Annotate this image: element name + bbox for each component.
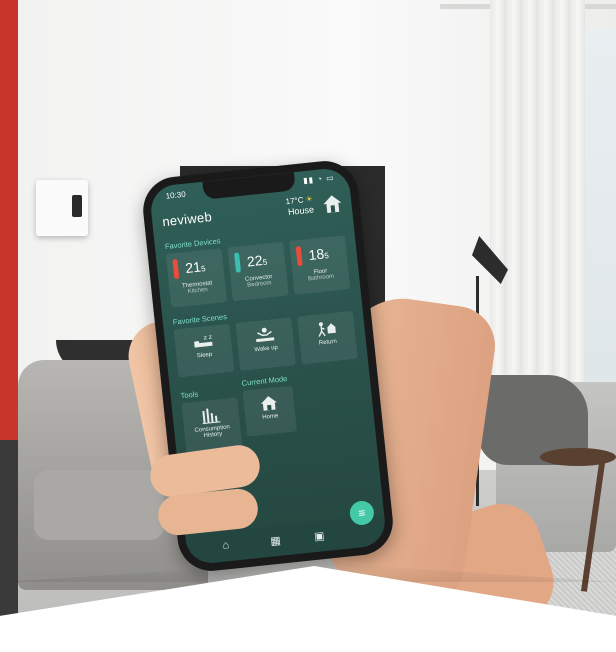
- device-card[interactable]: 185 Floor Bathroom: [289, 235, 351, 295]
- status-time: 10:30: [165, 189, 187, 201]
- wall-thermostat: [36, 180, 88, 236]
- house-icon[interactable]: [320, 191, 344, 215]
- svg-text:z z: z z: [203, 334, 212, 342]
- app-logo: neviweb: [161, 209, 213, 230]
- wake-up-icon: [256, 327, 275, 343]
- device-temperature: 185: [307, 245, 330, 264]
- wall-thermostat-display: [72, 195, 82, 217]
- scenes-tab-icon[interactable]: ▣: [313, 529, 326, 543]
- thermometer-icon: [172, 258, 180, 280]
- grid-tab-icon[interactable]: ▦: [270, 534, 282, 548]
- thermometer-icon: [233, 252, 242, 273]
- tools-title: Tools: [180, 389, 199, 401]
- left-armchair-cushion: [34, 470, 164, 540]
- device-temperature: 225: [246, 252, 268, 270]
- thermometer-icon: [295, 245, 303, 267]
- home-icon: [260, 396, 277, 411]
- location-label[interactable]: House: [287, 204, 314, 217]
- phone-notch: [202, 172, 296, 200]
- home-tab-icon[interactable]: ⌂: [222, 539, 230, 552]
- return-home-icon: [318, 322, 336, 337]
- room-photo: 10:30 ▮▮ ◔ ▭ neviweb 17°C ☀ House Favori…: [0, 0, 616, 652]
- bar-chart-icon: [202, 408, 221, 425]
- scene-card[interactable]: Return: [297, 310, 358, 365]
- curtain: [490, 0, 585, 440]
- side-table: [540, 448, 616, 466]
- scene-card[interactable]: z z Sleep: [173, 323, 235, 378]
- scene-card[interactable]: Wake up: [235, 317, 297, 371]
- current-mode-card[interactable]: Home: [242, 385, 297, 437]
- scene-label: Sleep: [196, 351, 213, 360]
- sun-icon: ☀: [305, 194, 314, 205]
- brand-red-strip: [0, 0, 18, 440]
- status-indicators: ▮▮ ◔ ▭: [302, 173, 336, 186]
- current-mode-label: Home: [262, 413, 279, 421]
- scene-label: Return: [318, 338, 338, 347]
- device-card[interactable]: 215 Thermostat Kitchen: [165, 248, 228, 308]
- scene-label: Wake up: [254, 344, 279, 354]
- device-temperature: 215: [184, 258, 206, 277]
- consumption-history-card[interactable]: Consumption History: [181, 397, 243, 453]
- sleep-icon: z z: [194, 334, 213, 348]
- device-card[interactable]: 225 Convector Bedroom: [227, 241, 289, 302]
